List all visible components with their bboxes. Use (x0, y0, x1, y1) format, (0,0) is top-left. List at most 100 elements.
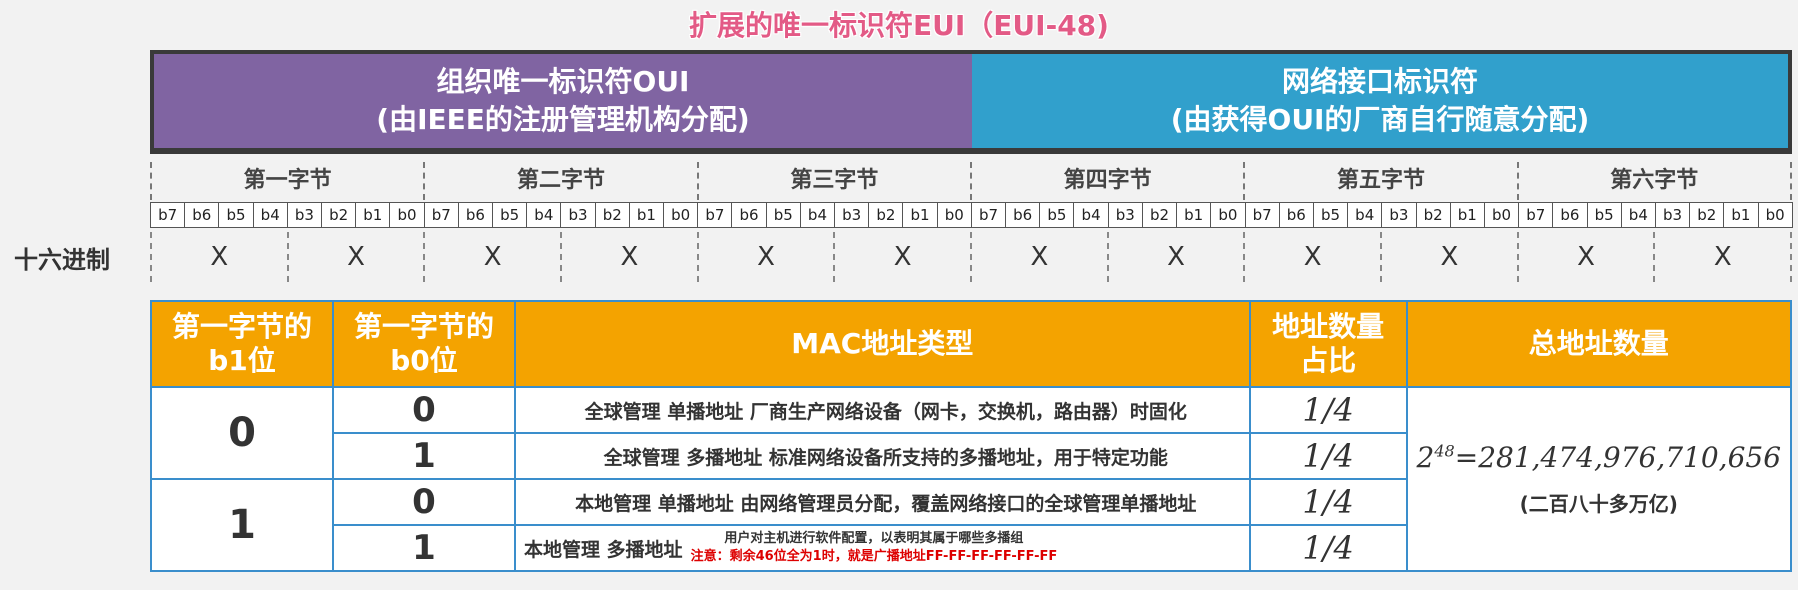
page-title: 扩展的唯一标识符EUI（EUI-48) (689, 9, 1109, 42)
bit-cell: b6 (1552, 202, 1588, 228)
byte-label: 第二字节 (423, 162, 696, 200)
mac-type-desc: 全球管理 多播地址 标准网络设备所支持的多播地址，用于特定功能 (513, 432, 1251, 480)
bit-cell: b3 (286, 202, 323, 228)
hex-label: 十六进制 (14, 246, 110, 274)
bit-cell: b0 (1210, 202, 1246, 228)
bit-cell: b7 (970, 202, 1007, 228)
byte-label: 第三字节 (696, 162, 970, 200)
b0-cell: 0 (331, 478, 516, 526)
bit-cell: b4 (1347, 202, 1383, 228)
total-value: 248=281,474,976,710,656 (1416, 441, 1782, 474)
bit-cell: b7 (697, 202, 733, 228)
byte-label: 第六字节 (1516, 162, 1792, 200)
bit-cell: b0 (389, 202, 425, 228)
total-cell: 248=281,474,976,710,656 (二百八十多万亿) (1405, 386, 1793, 572)
nic-banner: 网络接口标识符 (由获得OUI的厂商自行随意分配) (972, 50, 1792, 154)
bit-cell: b6 (1278, 202, 1314, 228)
bit-cell: b3 (834, 202, 870, 228)
bit-cell: b0 (663, 202, 699, 228)
bit-cell: b2 (868, 202, 904, 228)
bit-cell: b5 (1039, 202, 1075, 228)
header-mac-type: MAC地址类型 (513, 300, 1251, 388)
hex-digit: X (833, 232, 970, 282)
oui-title: 组织唯一标识符OUI (436, 65, 690, 98)
bit-cell: b1 (628, 202, 665, 228)
oui-subtitle: (由IEEE的注册管理机构分配) (376, 103, 750, 136)
bit-cell: b4 (1073, 202, 1109, 228)
bit-cell: b6 (184, 202, 220, 228)
hex-digit: X (423, 232, 560, 282)
nic-subtitle: (由获得OUI的厂商自行随意分配) (1170, 103, 1590, 136)
mac-type-desc: 本地管理 单播地址 由网络管理员分配，覆盖网络接口的全球管理单播地址 (513, 478, 1251, 526)
mac-type-desc: 全球管理 单播地址 厂商生产网络设备（网卡，交换机，路由器）时固化 (513, 386, 1251, 434)
hex-digit: X (970, 232, 1107, 282)
nic-title: 网络接口标识符 (1281, 65, 1478, 98)
b1-cell: 0 (150, 386, 334, 480)
oui-banner: 组织唯一标识符OUI (由IEEE的注册管理机构分配) (150, 50, 972, 154)
b0-cell: 1 (331, 524, 516, 572)
ratio-cell: 1/4 (1248, 524, 1408, 572)
header-ratio: 地址数量 占比 (1248, 300, 1408, 388)
multicast-note: 用户对主机进行软件配置，以表明其属于哪些多播组 (724, 531, 1024, 546)
bit-cell: b2 (1141, 202, 1178, 228)
mac-type-desc: 本地管理 多播地址 用户对主机进行软件配置，以表明其属于哪些多播组 注意：剩余4… (513, 524, 1251, 572)
hex-digit: X (696, 232, 834, 282)
bit-cell: b1 (355, 202, 391, 228)
bit-cell: b2 (594, 202, 630, 228)
hex-digit: X (560, 232, 697, 282)
hex-digit: X (286, 232, 424, 282)
bit-cell: b3 (560, 202, 596, 228)
bit-cell: b3 (1107, 202, 1143, 228)
bit-row: b7 b6 b5 b4 b3 b2 b1 b0 b7 b6 b5 b4 b3 b2 b1 b0 b7 b6 b5 b4… (150, 202, 1793, 228)
hex-digit: X (1380, 232, 1517, 282)
bit-cell: b2 (1415, 202, 1451, 228)
bit-cell: b1 (1723, 202, 1759, 228)
bit-cell: b5 (218, 202, 254, 228)
bit-cell: b0 (1483, 202, 1520, 228)
bit-cell: b4 (252, 202, 288, 228)
byte-label: 第五字节 (1243, 162, 1516, 200)
mac-type-label: 本地管理 多播地址 (523, 538, 683, 561)
hex-digit: X (1653, 232, 1793, 282)
bit-cell: b4 (1620, 202, 1656, 228)
bit-cell: b5 (765, 202, 801, 228)
header-b0: 第一字节的 b0位 (331, 300, 516, 388)
bit-cell: b7 (1244, 202, 1280, 228)
bit-cell: b4 (526, 202, 562, 228)
bit-cell: b5 (1586, 202, 1622, 228)
hex-digit: X (1106, 232, 1244, 282)
table-header-row: 第一字节的 b1位 第一字节的 b0位 MAC地址类型 地址数量 占比 总地址数量 (150, 300, 1793, 388)
broadcast-warning: 注意：剩余46位全为1时，就是广播地址FF-FF-FF-FF-FF-FF (690, 549, 1058, 564)
mac-type-table: 第一字节的 b1位 第一字节的 b0位 MAC地址类型 地址数量 占比 总地址数量 0… (150, 300, 1793, 572)
bit-cell: b1 (1176, 202, 1212, 228)
bit-cell: b0 (936, 202, 972, 228)
bit-cell: b6 (1005, 202, 1041, 228)
header-total: 总地址数量 (1405, 300, 1793, 388)
bit-cell: b2 (1689, 202, 1725, 228)
hex-digit: X (1243, 232, 1380, 282)
b0-cell: 1 (331, 432, 516, 480)
header-b1: 第一字节的 b1位 (150, 300, 334, 388)
hex-digit: X (1516, 232, 1654, 282)
byte-label: 第一字节 (150, 162, 423, 200)
bit-cell: b1 (1449, 202, 1485, 228)
bit-cell: b3 (1381, 202, 1417, 228)
b1-cell: 1 (150, 478, 334, 572)
table-row: 0 0 全球管理 单播地址 厂商生产网络设备（网卡，交换机，路由器）时固化 1/… (150, 386, 1793, 572)
bit-cell: b3 (1654, 202, 1691, 228)
bit-cell: b7 (1518, 202, 1554, 228)
total-note: (二百八十多万亿) (1519, 492, 1678, 516)
bit-cell: b7 (150, 202, 186, 228)
hex-row: XXXXXXXXXXXX (150, 232, 1793, 282)
bit-cell: b5 (1312, 202, 1349, 228)
bit-cell: b2 (321, 202, 357, 228)
bit-cell: b6 (731, 202, 767, 228)
b0-cell: 0 (331, 386, 516, 434)
ratio-cell: 1/4 (1248, 386, 1408, 434)
bit-cell: b6 (457, 202, 494, 228)
bit-cell: b4 (799, 202, 836, 228)
byte-label: 第四字节 (969, 162, 1243, 200)
bit-cell: b1 (902, 202, 938, 228)
bit-cell: b0 (1757, 202, 1793, 228)
ratio-cell: 1/4 (1248, 478, 1408, 526)
